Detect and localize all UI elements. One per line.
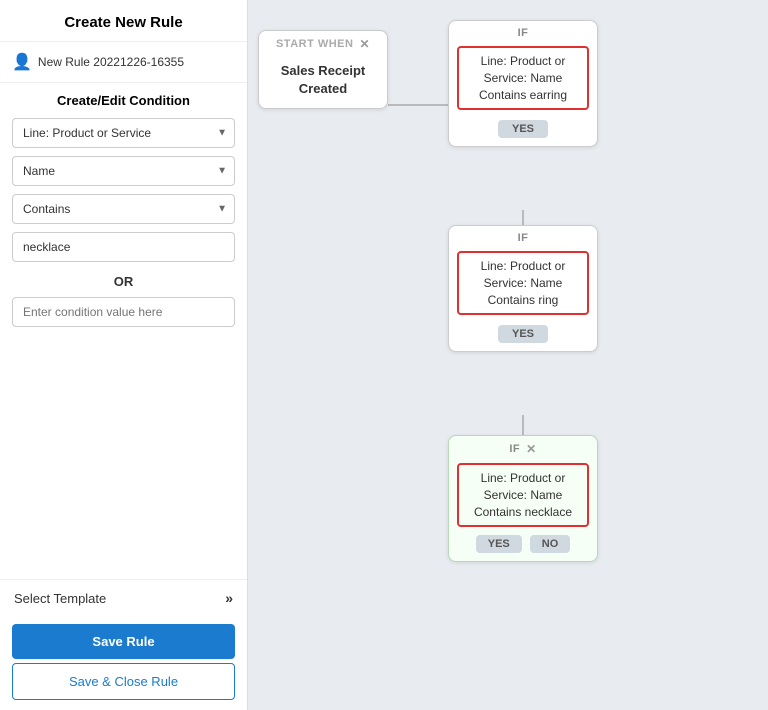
if-node-3-condition: Line: Product or Service: Name Contains … (457, 463, 589, 527)
save-rule-button[interactable]: Save Rule (12, 624, 235, 659)
save-close-rule-button[interactable]: Save & Close Rule (12, 663, 235, 700)
if-node-2-header: IF (449, 226, 597, 247)
if-node-1-condition: Line: Product or Service: Name Contains … (457, 46, 589, 110)
canvas-inner: START WHEN ✕ Sales Receipt Created IF Li… (248, 0, 768, 710)
start-close-icon[interactable]: ✕ (359, 37, 370, 51)
left-panel: Create New Rule 👤 New Rule 20221226-1635… (0, 0, 248, 710)
chevron-double-icon: » (225, 590, 233, 606)
rule-name-text: New Rule 20221226-16355 (38, 55, 184, 69)
select-template-row[interactable]: Select Template » (0, 579, 247, 616)
flow-canvas: START WHEN ✕ Sales Receipt Created IF Li… (248, 0, 768, 710)
if-node-1-yes-btn[interactable]: YES (498, 120, 548, 138)
value-input[interactable] (12, 232, 235, 262)
if-node-2-yes-btn[interactable]: YES (498, 325, 548, 343)
if-node-3-btn-row: YES NO (449, 531, 597, 561)
start-when-label: START WHEN (276, 38, 354, 50)
contains-dropdown[interactable]: Contains Equals Starts with Ends with (12, 194, 235, 224)
name-dropdown[interactable]: Name Description SKU (12, 156, 235, 186)
start-when-header: START WHEN ✕ (259, 31, 387, 54)
condition-placeholder-input[interactable] (12, 297, 235, 327)
name-dropdown-row: Name Description SKU ▼ (12, 156, 235, 186)
start-when-node: START WHEN ✕ Sales Receipt Created (258, 30, 388, 109)
if-node-2: IF Line: Product or Service: Name Contai… (448, 225, 598, 352)
if-node-2-condition: Line: Product or Service: Name Contains … (457, 251, 589, 315)
product-service-dropdown[interactable]: Line: Product or Service Customer Amount (12, 118, 235, 148)
panel-title: Create New Rule (0, 0, 247, 42)
if-node-1: IF Line: Product or Service: Name Contai… (448, 20, 598, 147)
if-node-1-header: IF (449, 21, 597, 42)
rule-icon: 👤 (12, 52, 32, 72)
if-node-3-header: IF ✕ (449, 436, 597, 459)
if-node-3-yes-btn[interactable]: YES (476, 535, 522, 553)
start-when-body: Sales Receipt Created (259, 54, 387, 108)
product-service-dropdown-row: Line: Product or Service Customer Amount… (12, 118, 235, 148)
rule-name-row: 👤 New Rule 20221226-16355 (0, 42, 247, 83)
condition-section-label: Create/Edit Condition (0, 83, 247, 114)
if-node-3-no-btn[interactable]: NO (530, 535, 571, 553)
if-node-3: IF ✕ Line: Product or Service: Name Cont… (448, 435, 598, 562)
select-template-label: Select Template (14, 591, 106, 606)
if-node-3-close-icon[interactable]: ✕ (526, 442, 537, 456)
or-label: OR (0, 266, 247, 293)
contains-dropdown-row: Contains Equals Starts with Ends with ▼ (12, 194, 235, 224)
